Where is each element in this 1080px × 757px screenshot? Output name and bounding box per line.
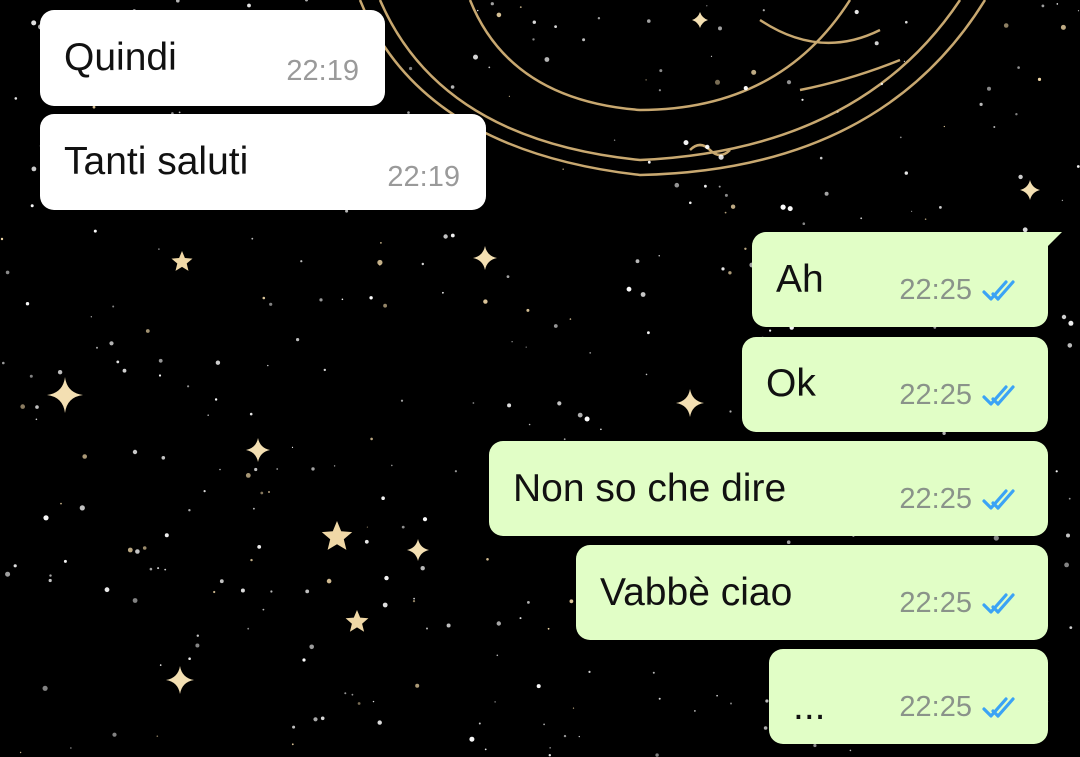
message-meta: 22:25 — [899, 485, 1024, 514]
message-text: Quindi — [64, 36, 177, 79]
incoming-message-bubble[interactable]: Tanti saluti 22:19 — [40, 114, 486, 210]
message-time: 22:19 — [286, 55, 359, 87]
message-text: Ok — [766, 362, 816, 405]
double-check-icon — [982, 696, 1015, 718]
message-text: ... — [793, 685, 826, 728]
double-check-icon — [982, 592, 1015, 614]
message-time: 22:25 — [899, 691, 972, 723]
outgoing-message-bubble[interactable]: Ah 22:25 — [752, 232, 1062, 327]
outgoing-message-bubble[interactable]: ... 22:25 — [769, 649, 1048, 744]
message-time: 22:25 — [899, 483, 972, 515]
message-text: Vabbè ciao — [600, 571, 793, 614]
double-check-icon — [982, 279, 1015, 301]
message-meta: 22:25 — [899, 276, 1024, 305]
message-text: Non so che dire — [513, 467, 787, 510]
message-meta: 22:19 — [387, 163, 460, 192]
message-meta: 22:25 — [899, 589, 1024, 618]
double-check-icon — [982, 384, 1015, 406]
message-meta: 22:25 — [899, 693, 1024, 722]
message-meta: 22:19 — [286, 57, 359, 86]
outgoing-message-bubble[interactable]: Ok 22:25 — [742, 337, 1048, 432]
outgoing-message-bubble[interactable]: Non so che dire 22:25 — [489, 441, 1048, 536]
message-text: Tanti saluti — [64, 140, 249, 183]
message-meta: 22:25 — [899, 381, 1024, 410]
bubble-tail — [1040, 232, 1062, 254]
message-time: 22:25 — [899, 274, 972, 306]
message-time: 22:25 — [899, 379, 972, 411]
outgoing-message-bubble[interactable]: Vabbè ciao 22:25 — [576, 545, 1048, 640]
message-text: Ah — [776, 258, 824, 301]
message-time: 22:25 — [899, 587, 972, 619]
message-time: 22:19 — [387, 161, 460, 193]
double-check-icon — [982, 488, 1015, 510]
incoming-message-bubble[interactable]: Quindi 22:19 — [40, 10, 385, 106]
